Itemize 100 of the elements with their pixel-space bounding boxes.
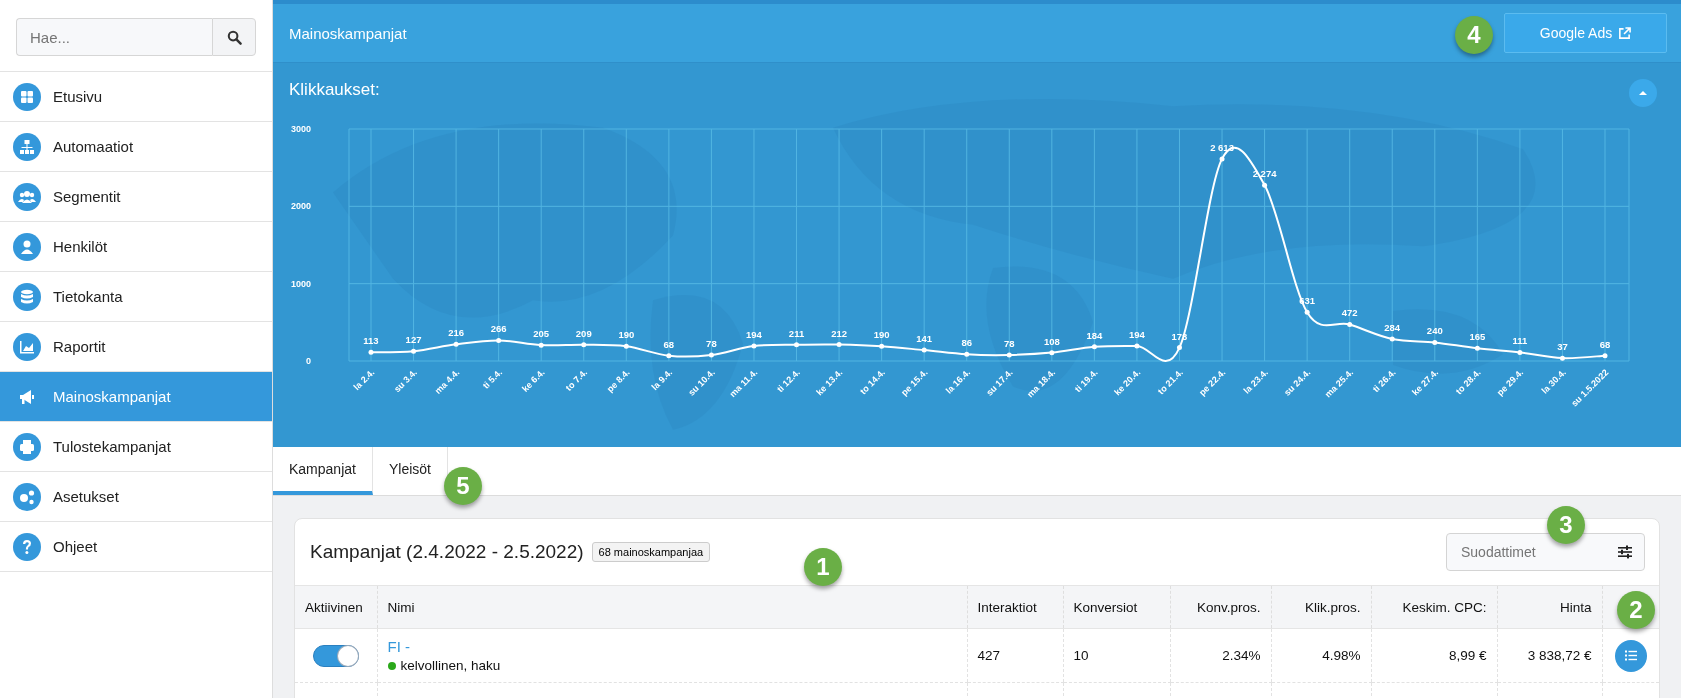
tab[interactable]: Kampanjat	[273, 447, 373, 495]
data-point	[1389, 336, 1395, 342]
data-point	[581, 342, 587, 348]
y-tick-label: 0	[306, 356, 311, 366]
search-field[interactable]: Hae...	[16, 18, 212, 56]
x-tick-label: su 3.4.	[392, 367, 419, 395]
table-cell: 10	[1063, 628, 1170, 683]
data-label: 190	[873, 329, 890, 341]
data-label: 211	[788, 327, 805, 339]
x-tick-label: la 9.4.	[649, 367, 675, 393]
details-button[interactable]	[1614, 639, 1647, 672]
column-header: Nimi	[377, 585, 967, 629]
data-point	[1219, 156, 1225, 162]
data-point	[751, 343, 757, 349]
sidebar-item[interactable]: Tulostekampanjat	[0, 422, 272, 472]
x-tick-label: pe 8.4.	[604, 367, 632, 395]
data-point	[1559, 355, 1565, 361]
x-tick-label: ma 4.4.	[432, 367, 462, 396]
data-label: 190	[618, 329, 635, 341]
x-tick-label: ti 5.4.	[480, 367, 505, 391]
chart-title: Klikkaukset:	[289, 80, 380, 100]
sidebar-item[interactable]: Etusivu	[0, 72, 272, 122]
data-point	[836, 342, 842, 348]
table-cell: 2.34%	[1170, 628, 1271, 683]
data-label: 216	[448, 327, 465, 339]
data-label: 141	[916, 333, 933, 345]
data-label: 205	[533, 328, 550, 340]
sliders-icon	[1617, 545, 1633, 559]
data-label: 209	[575, 327, 592, 339]
column-header: Aktiivinen	[295, 585, 377, 629]
data-label: 108	[1043, 335, 1060, 347]
sidebar-item[interactable]: Automaatiot	[0, 122, 272, 172]
data-label: 68	[663, 338, 675, 350]
card-title: Kampanjat (2.4.2022 - 2.5.2022)	[310, 541, 584, 563]
x-tick-label: to 7.4.	[563, 367, 590, 393]
sidebar-item[interactable]: Henkilöt	[0, 222, 272, 272]
column-header: Konversiot	[1063, 585, 1170, 629]
data-label: 111	[1512, 335, 1528, 347]
data-point	[1134, 343, 1140, 349]
user-icon	[13, 232, 41, 261]
caret-up-icon	[1638, 89, 1648, 97]
y-tick-label: 1000	[290, 278, 311, 289]
search-button[interactable]	[212, 18, 256, 56]
x-tick-label: la 2.4.	[351, 367, 377, 393]
filter-field[interactable]: Suodattimet	[1446, 533, 1645, 571]
table-cell: 427	[967, 628, 1063, 683]
data-label: 68	[1599, 338, 1611, 350]
table-cell: 3 838,72 €	[1497, 628, 1602, 683]
grid-icon	[13, 82, 41, 111]
data-point	[1432, 339, 1438, 345]
data-label: 113	[363, 335, 379, 347]
count-badge: 68 mainoskampanjaa	[591, 542, 711, 562]
external-link-icon	[1618, 26, 1632, 40]
column-header: Interaktiot	[967, 585, 1063, 629]
column-header: Konv.pros.	[1170, 585, 1271, 629]
data-label: 266	[490, 323, 507, 335]
x-tick-label: ma 11.4.	[727, 367, 760, 400]
x-tick-label: ke 6.4.	[520, 367, 547, 394]
data-point	[368, 349, 374, 355]
table-cell: 4.98%	[1271, 628, 1371, 683]
sidebar-item[interactable]: Asetukset	[0, 472, 272, 522]
data-label: 86	[961, 337, 972, 349]
printer-icon	[13, 432, 41, 461]
database-icon	[13, 282, 41, 311]
users-icon	[13, 182, 41, 211]
step-marker: 3	[1547, 506, 1585, 544]
data-point	[1049, 350, 1055, 356]
sidebar-item[interactable]: Ohjeet	[0, 522, 272, 572]
data-point	[708, 352, 714, 358]
data-label: 194	[1129, 329, 1145, 340]
data-point	[1006, 352, 1012, 358]
data-point	[1304, 309, 1310, 315]
page-title: Mainoskampanjat	[289, 24, 407, 42]
data-point	[623, 343, 629, 349]
question-icon	[13, 532, 41, 561]
sidebar-item[interactable]: Segmentit	[0, 172, 272, 222]
data-point	[666, 353, 672, 359]
data-label: 165	[1469, 331, 1486, 343]
data-label: 127	[405, 334, 422, 346]
data-point	[411, 348, 417, 354]
search-icon	[226, 29, 242, 45]
status-text: kelvollinen, haku	[400, 658, 501, 673]
sidebar-item[interactable]: Tietokanta	[0, 272, 272, 322]
chart-icon	[13, 332, 41, 361]
active-toggle[interactable]	[312, 644, 359, 667]
table-cell: 8,99 €	[1371, 628, 1497, 683]
data-point	[496, 337, 502, 343]
data-point	[538, 342, 544, 348]
data-point	[1262, 182, 1268, 188]
data-label: 284	[1384, 322, 1401, 334]
data-point	[1602, 353, 1608, 359]
data-point	[964, 351, 970, 357]
y-tick-label: 2000	[290, 201, 311, 212]
data-point	[879, 343, 885, 349]
sitemap-icon	[13, 132, 41, 161]
y-tick-label: 3000	[290, 124, 311, 134]
data-point	[794, 342, 799, 348]
data-point	[1347, 322, 1353, 327]
data-label: 78	[1004, 337, 1015, 349]
data-label: 37	[1557, 341, 1568, 353]
